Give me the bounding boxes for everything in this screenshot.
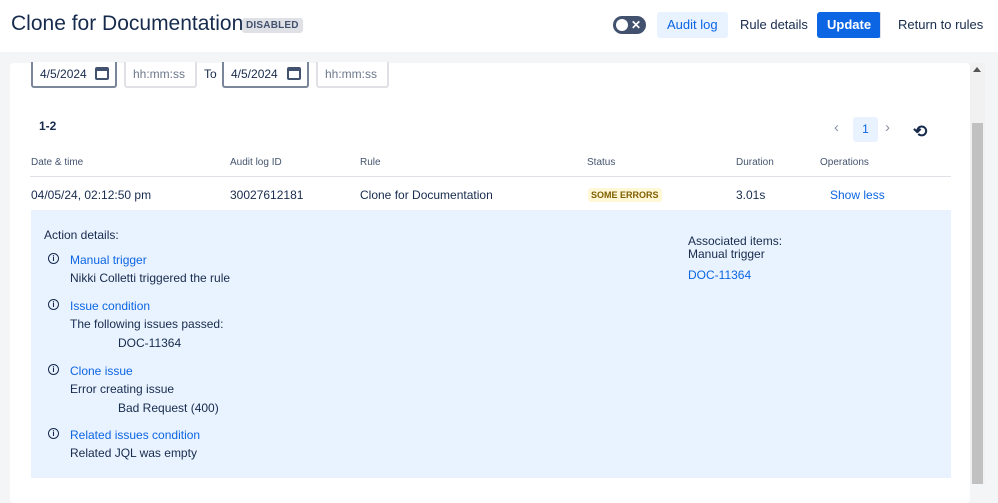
to-time-input[interactable]: hh:mm:ss xyxy=(316,62,389,88)
to-time-placeholder: hh:mm:ss xyxy=(325,67,378,81)
table-divider xyxy=(30,176,951,177)
chevron-right-icon[interactable]: › xyxy=(885,119,890,136)
action-text: Related JQL was empty xyxy=(70,446,197,460)
scrollbar[interactable] xyxy=(970,63,985,484)
action-related-issues[interactable]: Related issues condition xyxy=(70,428,200,442)
results-count: 1-2 xyxy=(39,119,57,133)
close-icon: ✕ xyxy=(630,18,641,32)
audit-log-button[interactable]: Audit log xyxy=(657,12,728,38)
action-subtext: Bad Request (400) xyxy=(118,401,219,415)
calendar-icon[interactable] xyxy=(95,67,109,80)
enable-toggle[interactable]: ✕ xyxy=(613,16,646,34)
action-issue-condition[interactable]: Issue condition xyxy=(70,299,150,313)
refresh-icon[interactable]: ⟲ xyxy=(913,122,927,142)
action-details-title: Action details: xyxy=(44,228,119,242)
column-header-rule: Rule xyxy=(360,157,381,168)
calendar-icon[interactable] xyxy=(287,67,301,80)
show-less-link[interactable]: Show less xyxy=(830,188,885,202)
page-header: Clone for Documentation DISABLED ✕ Audit… xyxy=(0,0,998,52)
rule-details-button[interactable]: Rule details xyxy=(730,12,818,38)
info-icon: i xyxy=(48,428,59,439)
info-icon: i xyxy=(48,299,59,310)
to-label: To xyxy=(204,67,217,81)
return-to-rules-button[interactable]: Return to rules xyxy=(888,12,993,38)
column-header-duration: Duration xyxy=(736,157,774,168)
info-icon: i xyxy=(48,253,59,264)
column-header-operations: Operations xyxy=(820,157,869,168)
action-subtext: DOC-11364 xyxy=(118,336,182,350)
associated-items-title: Associated items: xyxy=(688,234,783,248)
update-button[interactable]: Update xyxy=(817,12,882,38)
row-rule: Clone for Documentation xyxy=(360,188,493,202)
from-time-input[interactable]: hh:mm:ss xyxy=(124,62,197,88)
to-date-input[interactable]: 4/5/2024 xyxy=(222,62,309,88)
action-text: Error creating issue xyxy=(70,382,175,396)
status-badge: DISABLED xyxy=(242,18,303,33)
header-divider xyxy=(880,12,881,38)
info-icon: i xyxy=(48,364,59,375)
row-duration: 3.01s xyxy=(736,188,766,202)
column-header-date: Date & time xyxy=(31,157,84,168)
column-header-id: Audit log ID xyxy=(230,157,282,168)
to-date-value: 4/5/2024 xyxy=(231,67,278,81)
row-date: 04/05/24, 02:12:50 pm xyxy=(31,188,152,202)
action-text: The following issues passed: xyxy=(70,317,224,331)
scroll-up-icon[interactable] xyxy=(973,67,981,72)
from-date-value: 4/5/2024 xyxy=(40,67,87,81)
row-id: 30027612181 xyxy=(230,188,304,202)
toggle-knob xyxy=(616,19,628,31)
from-date-input[interactable]: 4/5/2024 xyxy=(31,62,117,88)
from-time-placeholder: hh:mm:ss xyxy=(133,67,186,81)
page-title: Clone for Documentation xyxy=(11,12,244,35)
chevron-left-icon[interactable]: ‹ xyxy=(834,119,839,136)
row-status-badge: SOME ERRORS xyxy=(588,188,662,202)
page-button[interactable]: 1 xyxy=(853,117,878,142)
scroll-thumb[interactable] xyxy=(972,123,983,484)
action-text: Nikki Colletti triggered the rule xyxy=(70,271,231,285)
action-manual-trigger[interactable]: Manual trigger xyxy=(70,253,147,267)
column-header-status: Status xyxy=(587,157,616,168)
associated-items-subtitle: Manual trigger xyxy=(688,247,765,261)
action-clone-issue[interactable]: Clone issue xyxy=(70,364,133,378)
associated-issue-link[interactable]: DOC-11364 xyxy=(688,268,751,282)
